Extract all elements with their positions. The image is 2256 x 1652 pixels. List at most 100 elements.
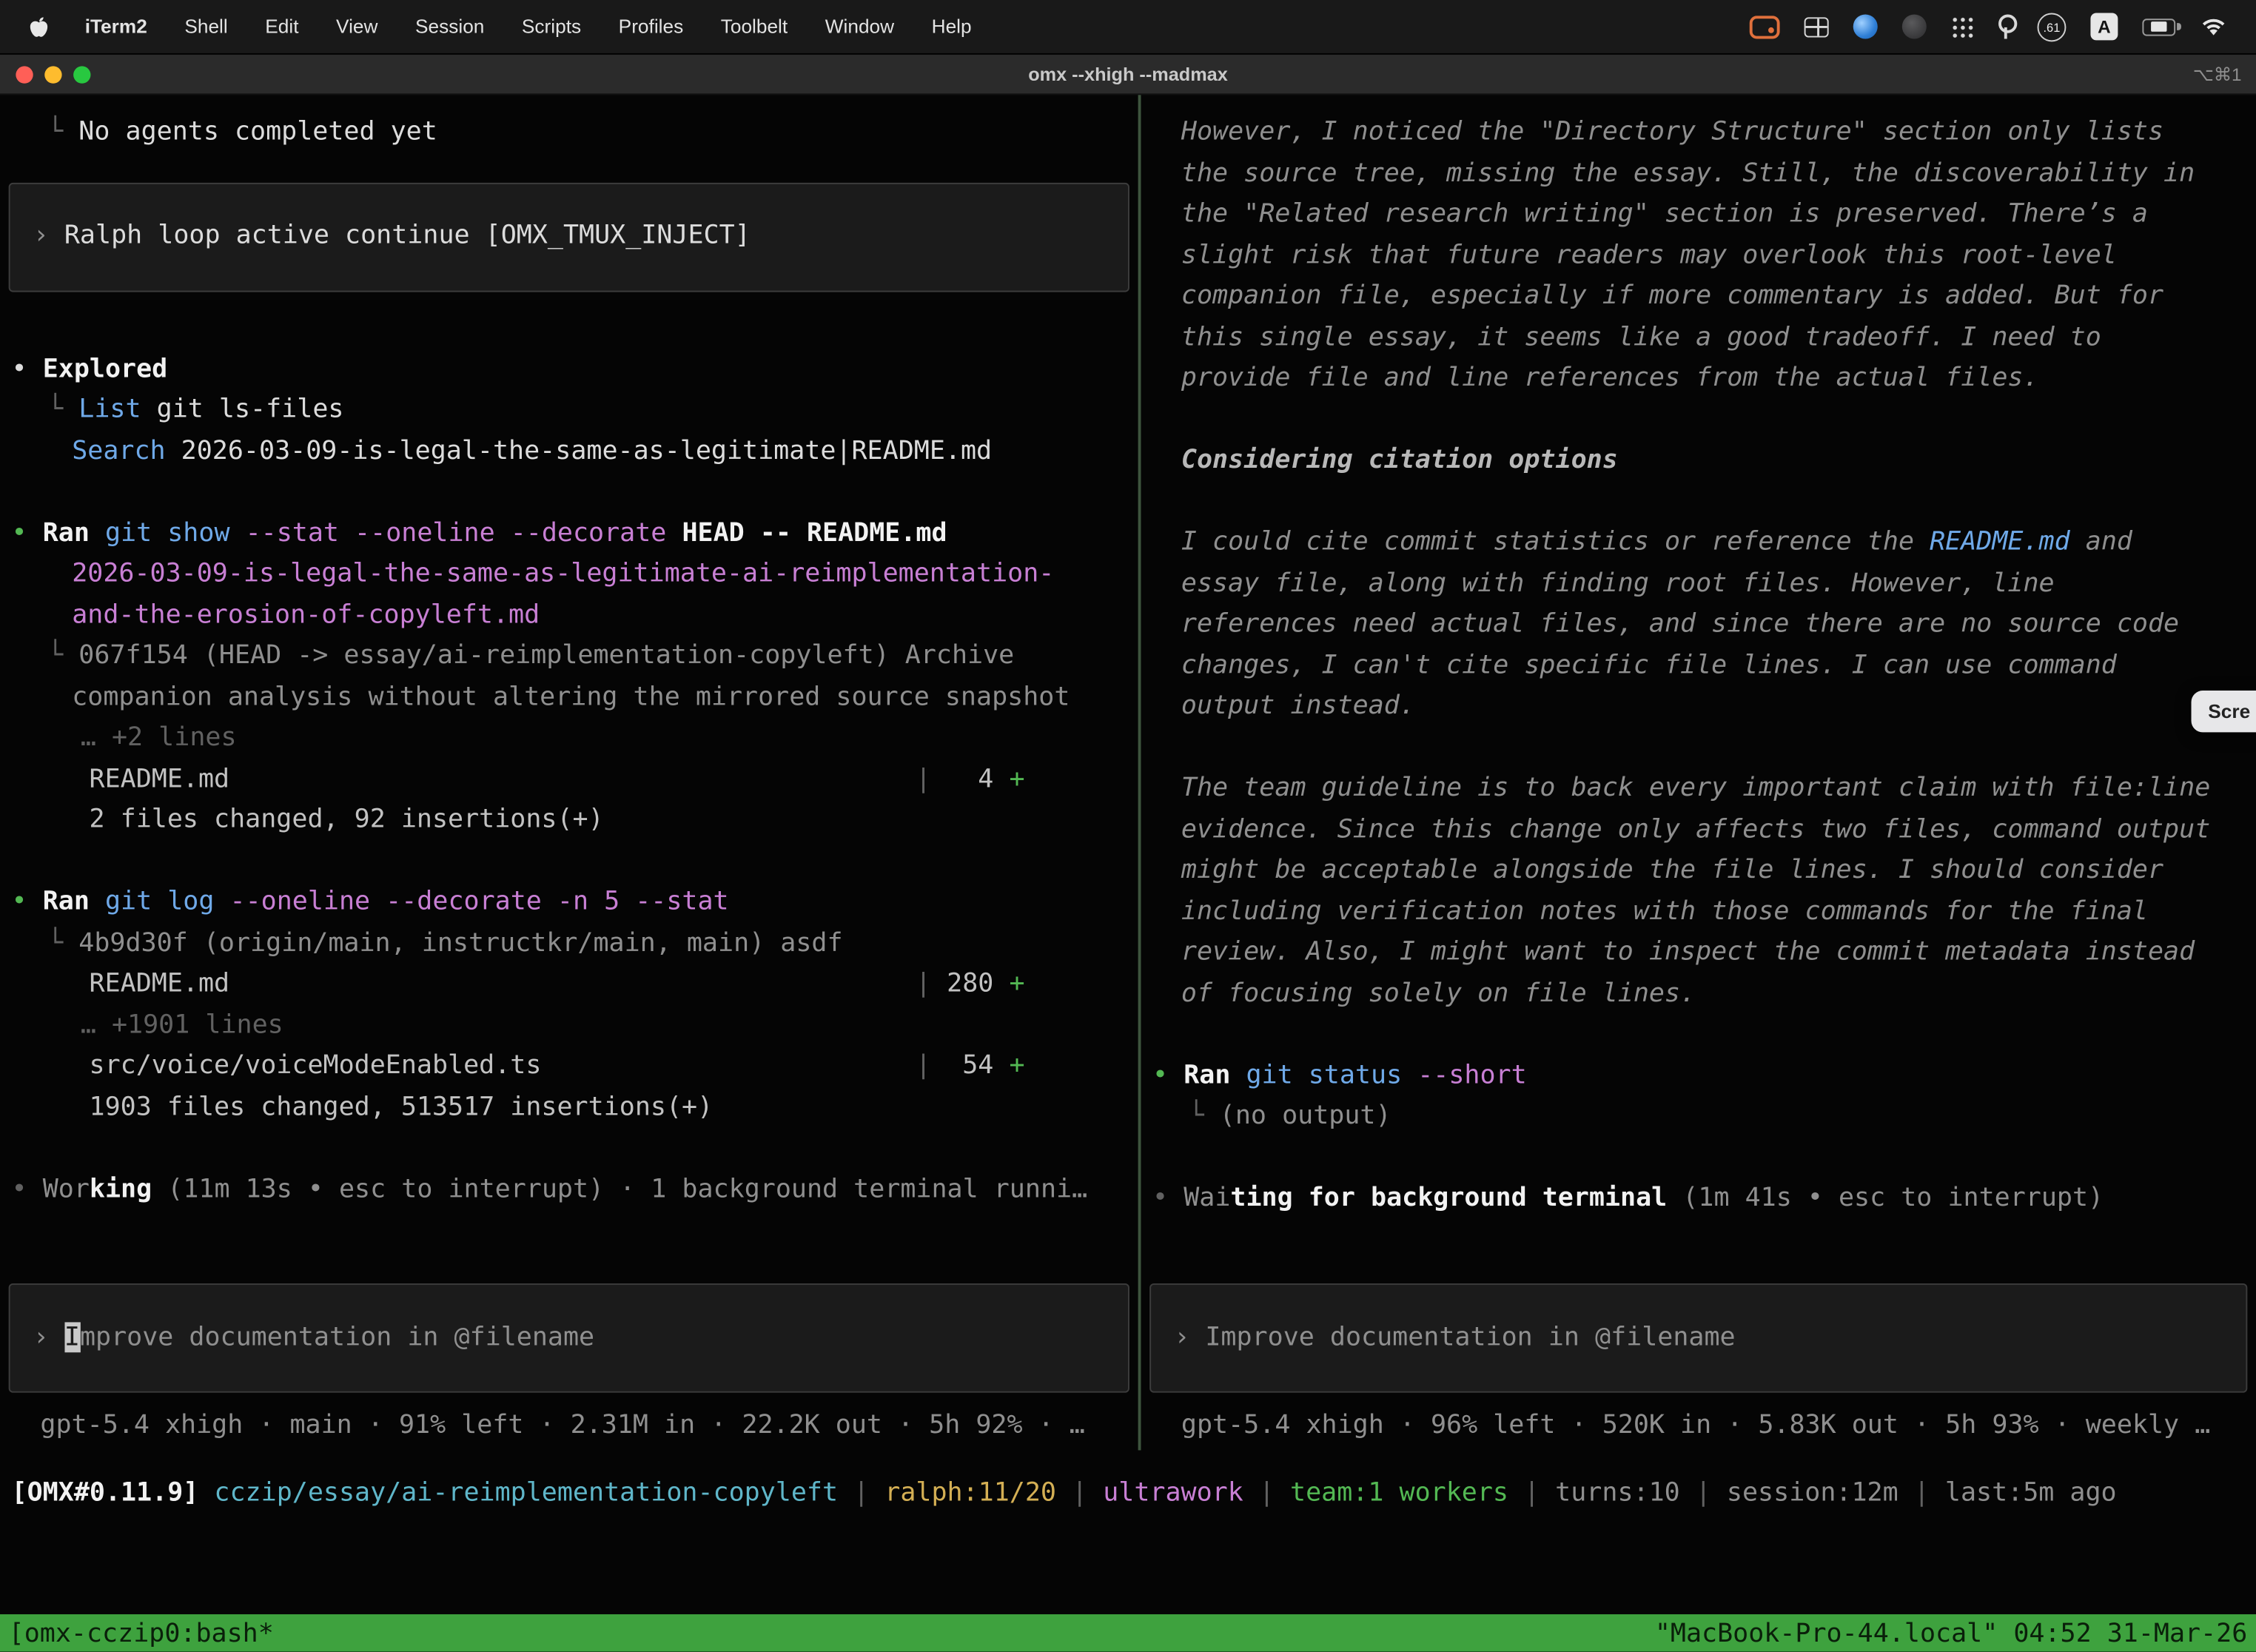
wifi-icon[interactable] [2200,16,2227,37]
window-grid-icon[interactable] [1805,16,1829,36]
screen-notification[interactable]: Scre [2191,691,2256,732]
text-segment: src/voice/voiceModeEnabled.ts [90,1050,542,1081]
text-segment: › [33,221,64,251]
screen-recording-icon[interactable] [1750,15,1780,38]
window-title-bar[interactable]: omx --xhigh --madmax ⌥⌘1 [0,55,2256,95]
tmux-panes: └ No agents completed yet› Ralph loop ac… [0,95,2256,1450]
text-segment: HEAD -- README.md [666,517,947,548]
menu-item-iterm2[interactable]: iTerm2 [66,16,166,37]
text-segment: Explored [43,353,168,383]
terminal-line: output instead. [1141,686,2256,727]
text-segment: and [2070,526,2132,557]
tmux-status-bar: [omx-cczip0:bash* "MacBook-Pro-44.local"… [0,1614,2256,1652]
terminal-line: I could cite commit statistics or refere… [1141,523,2256,563]
text-segment: --oneline --decorate -n 5 --stat [214,886,728,916]
terminal-line: essay file, along with finding root file… [1141,563,2256,604]
input-source-label: A [2098,16,2111,36]
terminal-line: However, I noticed the "Directory Struct… [1141,113,2256,153]
terminal-line: review. Also, I might want to inspect th… [1141,933,2256,973]
menu-item-profiles[interactable]: Profiles [600,16,702,37]
terminal-line: Search 2026-03-09-is-legal-the-same-as-l… [0,431,1138,471]
text-segment: I could cite commit statistics or refere… [1181,526,1930,557]
text-segment: … +1901 lines [81,1010,283,1040]
dark-app-icon[interactable] [1902,14,1927,38]
text-segment: └ [47,394,78,425]
text-segment: including verification notes with those … [1181,896,2148,926]
terminal-line: └ (no output) [1141,1096,2256,1137]
text-segment: companion analysis without altering the … [72,681,1070,711]
text-segment: 54 [931,1050,1009,1081]
blank-line [0,841,1138,882]
dots-grid-icon[interactable] [1951,15,1974,38]
terminal-line: provide file and line references from th… [1141,358,2256,399]
prompt-input-line: › Improve documentation in @filename [33,1317,594,1358]
cpu-gauge-icon[interactable]: .61 [2038,13,2067,41]
text-segment: gpt-5.4 xhigh · 96% left · 520K in · 5.8… [1181,1410,2210,1440]
text-segment: Wai [1184,1183,1230,1213]
battery-icon[interactable] [2142,18,2175,35]
text-segment: [OMX#0.11.9] [12,1477,215,1508]
blank-line [1141,399,2256,440]
left-terminal-pane[interactable]: └ No agents completed yet› Ralph loop ac… [0,95,1138,1450]
terminal-line: of focusing solely on file lines. [1141,973,2256,1014]
model-status-line: gpt-5.4 xhigh · 96% left · 520K in · 5.8… [1141,1401,2256,1450]
text-segment: … +2 lines [81,722,237,753]
text-segment: └ [47,927,78,958]
text-segment: › [1174,1322,1205,1352]
text-segment: • [12,1173,43,1203]
text-segment: 280 [931,968,1009,998]
text-segment: of focusing solely on file lines. [1181,978,1696,1008]
text-segment: | [916,1050,931,1081]
menu-item-scripts[interactable]: Scripts [503,16,600,37]
cpu-gauge-value: .61 [2043,19,2060,33]
text-segment: provide file and line references from th… [1181,363,2039,393]
terminal-line: companion file, especially if more comme… [1141,276,2256,317]
text-segment: changes, I can't cite specific file line… [1181,650,2117,680]
text-segment: Wor [43,1173,90,1203]
menu-item-window[interactable]: Window [806,16,913,37]
terminal-line: … +2 lines [0,718,1138,759]
menu-item-toolbelt[interactable]: Toolbelt [702,16,806,37]
blank-line [1141,481,2256,522]
menu-item-session[interactable]: Session [397,16,503,37]
prompt-input[interactable]: › Improve documentation in @filename [9,1283,1129,1393]
terminal-line: The team guideline is to back every impo… [1141,768,2256,809]
terminal-line: this single essay, it seems like a good … [1141,318,2256,358]
text-segment: └ [47,116,78,147]
text-segment: --short [1402,1060,1527,1090]
blue-app-icon[interactable] [1853,14,1878,38]
text-segment: 2026-03-09-is-legal-the-same-as-legitima… [166,435,992,466]
text-segment: | [916,763,931,793]
text-segment: session:12m [1727,1477,1899,1508]
terminal-line: └ 4b9d30f (origin/main, instructkr/main,… [0,923,1138,964]
menu-item-help[interactable]: Help [913,16,990,37]
zoom-button[interactable] [73,65,90,82]
text-segment: ultrawork [1103,1477,1243,1508]
text-segment: 2 files changed, 92 insertions(+) [90,805,604,835]
menu-item-shell[interactable]: Shell [166,16,246,37]
text-segment: + [1009,1050,1024,1081]
minimize-button[interactable] [44,65,61,82]
text-segment: (1m 41s • esc to interrupt) [1667,1183,2104,1213]
terminal-line: • Working (11m 13s • esc to interrupt) ·… [0,1169,1138,1209]
apple-menu-icon[interactable] [17,15,66,38]
input-source-icon[interactable]: A [2090,13,2118,40]
macos-menu-bar: iTerm2ShellEditViewSessionScriptsProfile… [0,0,2256,55]
terminal-line: the "Related research writing" section i… [1141,194,2256,235]
terminal-line: └ 067f154 (HEAD -> essay/ai-reimplementa… [0,636,1138,676]
tmux-session-window[interactable]: [omx-cczip0:bash* [9,1618,274,1648]
key-icon[interactable] [1998,14,2012,38]
text-segment: | [838,1477,884,1508]
text-segment: references need actual files, and since … [1181,608,2179,639]
terminal-line: 1903 files changed, 513517 insertions(+) [0,1087,1138,1128]
text-segment: + [1009,763,1024,793]
text-segment: └ [47,640,78,671]
close-button[interactable] [16,65,33,82]
text-segment: review. Also, I might want to inspect th… [1181,936,2195,967]
prompt-input[interactable]: › Improve documentation in @filename [1149,1283,2247,1393]
menu-item-edit[interactable]: Edit [246,16,318,37]
text-segment: 4b9d30f (origin/main, instructkr/main, m… [78,927,842,958]
terminal-line: 2026-03-09-is-legal-the-same-as-legitima… [0,554,1138,594]
menu-item-view[interactable]: View [318,16,397,37]
right-terminal-pane[interactable]: However, I noticed the "Directory Struct… [1138,95,2256,1450]
